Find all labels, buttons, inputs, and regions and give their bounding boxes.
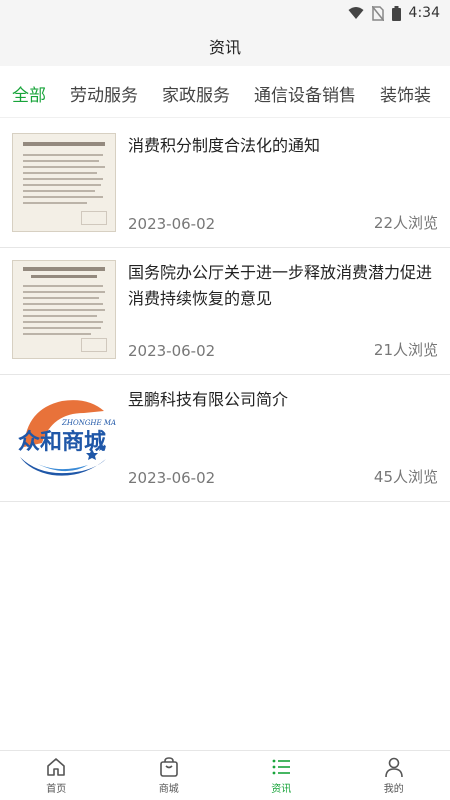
tab-labor-services[interactable]: 劳动服务 [58,81,150,106]
tab-all[interactable]: 全部 [0,81,58,106]
document-thumbnail [12,133,116,232]
user-icon [384,757,403,778]
article-title[interactable]: 国务院办公厅关于进一步释放消费潜力促进消费持续恢复的意见 [128,260,438,312]
status-time: 4:34 [408,5,440,21]
wifi-icon [348,7,364,19]
nav-label: 首页 [46,784,67,795]
svg-text:ZHONGHE MALL: ZHONGHE MALL [61,419,116,427]
tab-telecom-equipment[interactable]: 通信设备销售 [242,81,368,106]
tab-housekeeping[interactable]: 家政服务 [150,81,242,106]
tab-decoration[interactable]: 装饰装 [368,81,443,106]
article-item[interactable]: 消费积分制度合法化的通知 2023-06-02 22人浏览 [0,121,450,248]
category-tabs: 全部 劳动服务 家政服务 通信设备销售 装饰装 [0,70,450,118]
shopping-bag-icon [159,757,178,777]
nav-news[interactable]: 资讯 [225,751,338,800]
nav-label: 资讯 [271,784,292,795]
svg-text:众和商城: 众和商城 [18,429,106,455]
article-date: 2023-06-02 [128,469,216,487]
header: 资讯 [0,26,450,66]
article-views: 21人浏览 [373,341,438,359]
list-icon [272,759,291,775]
nav-profile[interactable]: 我的 [338,751,450,800]
zhonghe-mall-logo: 众和商城 ZHONGHE MALL [12,387,116,486]
article-date: 2023-06-02 [128,215,216,233]
home-icon [47,758,66,776]
no-sim-icon [371,5,384,21]
article-item[interactable]: 众和商城 ZHONGHE MALL 昱鹏科技有限公司简介 2023-06-02 … [0,375,450,502]
article-list: 消费积分制度合法化的通知 2023-06-02 22人浏览 国务院办公厅关于进一… [0,121,450,502]
article-views: 45人浏览 [373,468,438,486]
document-thumbnail [12,260,116,359]
status-icons: 4:34 [348,3,440,23]
article-item[interactable]: 国务院办公厅关于进一步释放消费潜力促进消费持续恢复的意见 2023-06-02 … [0,248,450,375]
nav-label: 商城 [158,784,179,795]
status-bar: 4:34 [0,0,450,26]
battery-icon [391,5,401,21]
article-title[interactable]: 昱鹏科技有限公司简介 [128,387,438,413]
page-title: 资讯 [208,38,241,57]
article-title[interactable]: 消费积分制度合法化的通知 [128,133,438,159]
bottom-nav: 首页 商城 资讯 我的 [0,750,450,800]
nav-home[interactable]: 首页 [0,751,113,800]
nav-mall[interactable]: 商城 [113,751,226,800]
article-views: 22人浏览 [373,214,438,232]
article-date: 2023-06-02 [128,342,216,360]
nav-label: 我的 [383,784,404,795]
